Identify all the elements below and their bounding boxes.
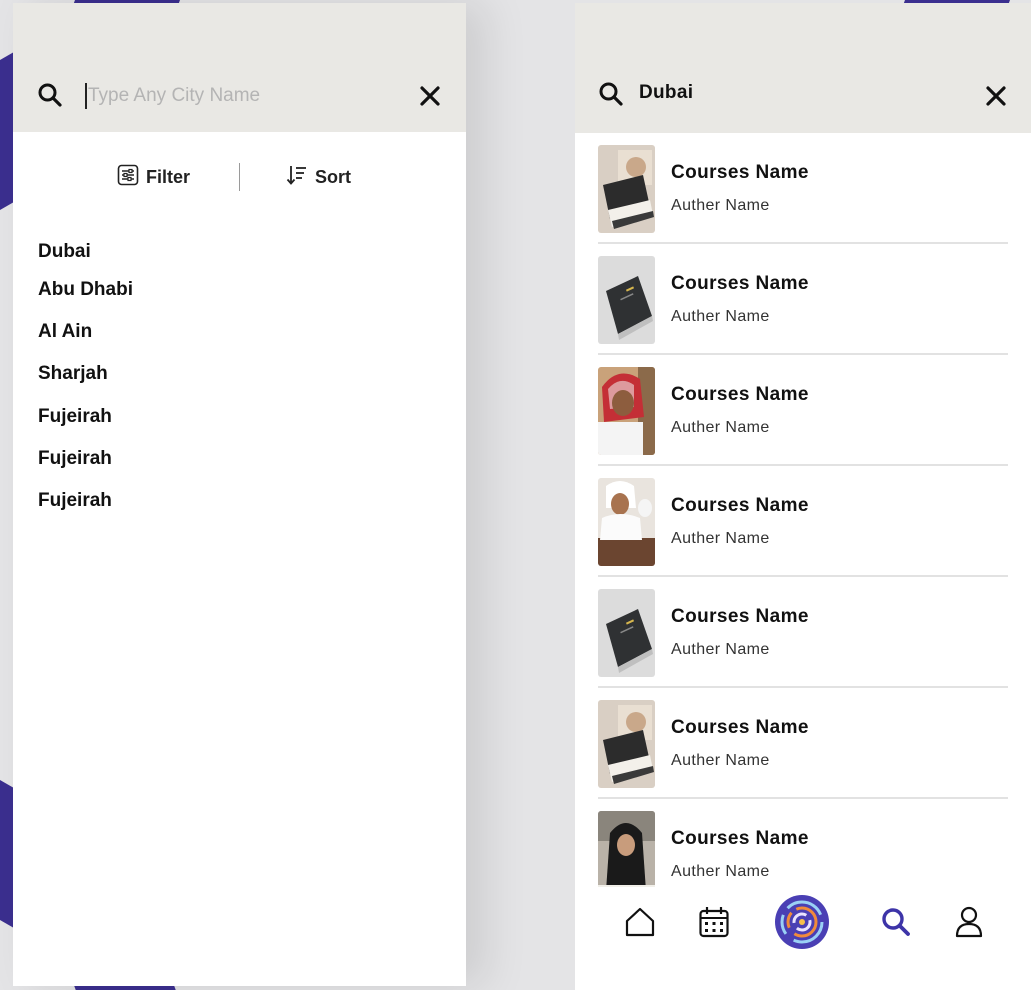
course-item[interactable]: Courses Name Auther Name (598, 244, 1008, 355)
search-bar (13, 3, 466, 132)
author-name: Auther Name (671, 752, 770, 769)
city-item[interactable]: Fujeirah (38, 490, 112, 511)
student-hijab-image (598, 811, 655, 899)
sort-label: Sort (315, 167, 351, 187)
dark-book-image (598, 589, 655, 677)
city-item[interactable]: Fujeirah (38, 448, 112, 469)
search-icon[interactable] (880, 906, 912, 938)
home-icon[interactable] (623, 905, 657, 939)
toolbar-divider (239, 163, 240, 191)
city-name: Dubai (38, 241, 91, 262)
city-search-input[interactable] (88, 81, 388, 111)
course-name: Courses Name (671, 273, 809, 294)
text-caret (85, 83, 87, 109)
author-name: Auther Name (671, 863, 770, 880)
course-item[interactable]: Courses Name Auther Name (598, 577, 1008, 688)
course-item[interactable]: Courses Name Auther Name (598, 355, 1008, 466)
close-icon[interactable] (983, 83, 1009, 109)
filter-label: Filter (146, 167, 191, 187)
city-item[interactable]: Abu Dhabi (38, 279, 133, 300)
city-name: Al Ain (38, 321, 93, 342)
course-name: Courses Name (671, 717, 809, 738)
course-name: Courses Name (671, 495, 809, 516)
city-name: Fujeirah (38, 406, 112, 427)
bottom-nav (575, 887, 1031, 990)
city-item[interactable]: Fujeirah (38, 406, 112, 427)
search-icon (598, 81, 624, 107)
city-name: Sharjah (38, 363, 108, 384)
sliders-icon (117, 164, 139, 191)
city-item[interactable]: Sharjah (38, 363, 108, 384)
course-name: Courses Name (671, 606, 809, 627)
course-item[interactable]: Courses Name Auther Name (598, 466, 1008, 577)
sort-icon (286, 164, 308, 191)
search-bar: Dubai (575, 3, 1031, 133)
city-name: Abu Dhabi (38, 279, 133, 300)
author-name: Auther Name (671, 530, 770, 547)
city-search-screen: Filter Sort Dubai Abu Dhabi Al Ain Sharj… (13, 3, 466, 986)
city-name: Fujeirah (38, 448, 112, 469)
app-logo-icon[interactable] (774, 894, 830, 950)
books-stack-image (598, 145, 655, 233)
city-item[interactable]: Al Ain (38, 321, 93, 342)
student-red-headscarf-image (598, 367, 655, 455)
search-icon (37, 82, 63, 108)
close-icon[interactable] (417, 83, 443, 109)
search-results-screen: Dubai Courses Name Auther Name Courses N… (575, 3, 1031, 990)
author-name: Auther Name (671, 197, 770, 214)
city-name: Fujeirah (38, 490, 112, 511)
course-name: Courses Name (671, 828, 809, 849)
student-white-dress-image (598, 478, 655, 566)
search-query-value[interactable]: Dubai (639, 82, 693, 104)
author-name: Auther Name (671, 641, 770, 658)
course-name: Courses Name (671, 162, 809, 183)
author-name: Auther Name (671, 419, 770, 436)
filter-sort-toolbar: Filter Sort (13, 158, 466, 198)
author-name: Auther Name (671, 308, 770, 325)
course-item[interactable]: Courses Name Auther Name (598, 688, 1008, 799)
course-name: Courses Name (671, 384, 809, 405)
city-item[interactable]: Dubai (38, 241, 91, 262)
calendar-icon[interactable] (698, 905, 730, 939)
books-stack-image (598, 700, 655, 788)
course-item[interactable]: Courses Name Auther Name (598, 133, 1008, 244)
dark-book-image (598, 256, 655, 344)
filter-button[interactable]: Filter (117, 164, 190, 191)
user-icon[interactable] (954, 905, 984, 939)
sort-button[interactable]: Sort (286, 164, 351, 191)
